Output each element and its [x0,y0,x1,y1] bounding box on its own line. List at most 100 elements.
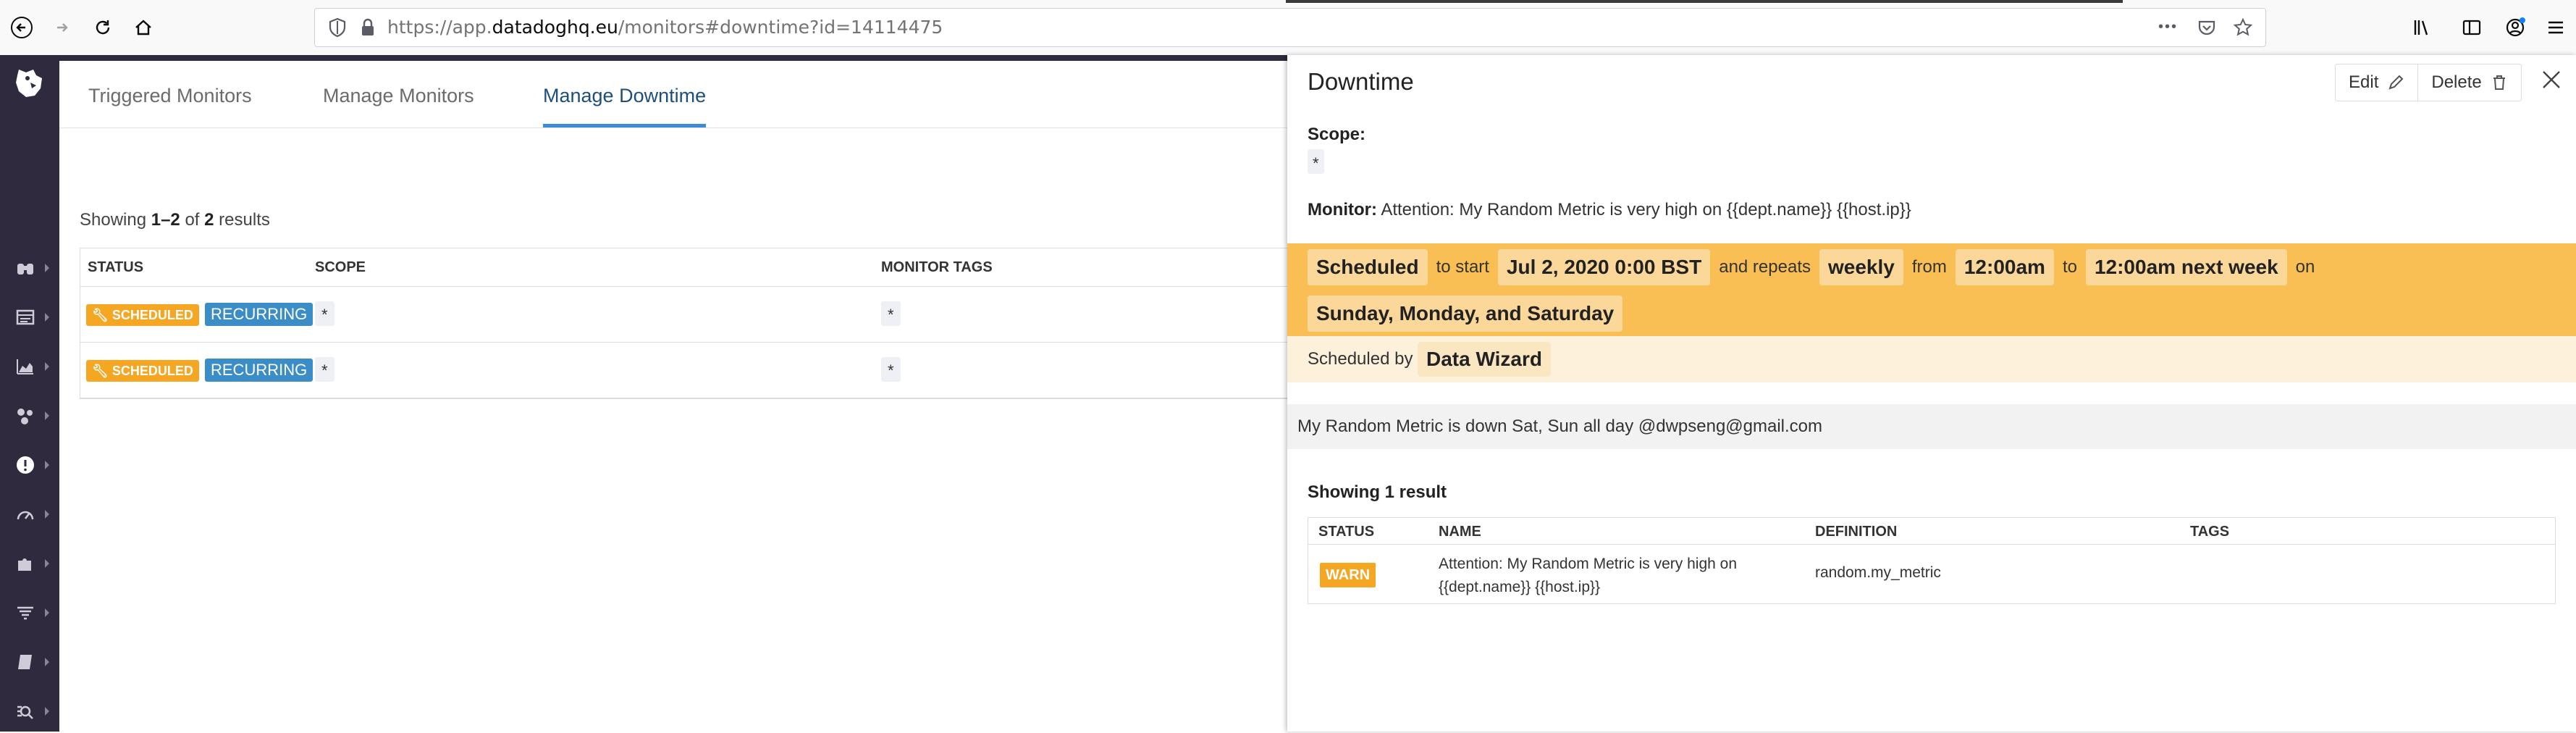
url-path: /monitors#downtime?id=14114475 [618,17,943,38]
dashboard-icon [16,309,35,325]
url-host: datadoghq.eu [492,17,618,38]
scheduled-by-label: Scheduled by [1308,349,1413,369]
back-button[interactable] [4,10,39,45]
nav-dashboards[interactable] [0,296,59,339]
on-text: on [2295,257,2315,277]
column-status[interactable]: STATUS [88,248,143,286]
scope-label: Scope: [1308,125,1366,144]
edit-button[interactable]: Edit [2336,64,2417,101]
nav-metrics[interactable] [0,345,59,388]
start-date-chip: Jul 2, 2020 0:00 BST [1497,249,1711,285]
pencil-icon [2388,75,2404,90]
edit-label: Edit [2349,72,2379,92]
account-icon[interactable] [2504,16,2527,39]
chevron-right-icon [45,608,49,617]
scheduled-badge: 🔧︎ SCHEDULED [86,360,199,382]
schedule-summary: Scheduled to start Jul 2, 2020 0:00 BST … [1287,243,2576,336]
monitor-tag: * [881,301,901,326]
column-monitor-tags[interactable]: MONITOR TAGS [881,248,993,286]
alert-icon [17,456,34,474]
datadog-logo-icon[interactable] [9,61,51,103]
nav-logs[interactable] [0,591,59,634]
table-header: STATUS NAME DEFINITION TAGS [1308,518,2555,545]
library-icon[interactable] [2411,16,2434,39]
results-prefix: Showing [80,210,151,230]
status-text: SCHEDULED [111,364,193,378]
column-definition: DEFINITION [1815,524,1898,540]
reload-button[interactable] [85,10,120,45]
chevron-right-icon [45,658,49,666]
tracking-shield-icon[interactable] [327,17,348,38]
tab-manage-downtime[interactable]: Manage Downtime [543,61,707,127]
schedule-status-chip: Scheduled [1308,249,1428,285]
column-scope[interactable]: SCOPE [315,248,366,286]
area-chart-icon [17,359,33,374]
gauge-icon [17,511,34,520]
schedule-row-2: Sunday, Monday, and Saturday [1308,296,1623,332]
pocket-icon[interactable] [2196,17,2218,38]
table-header: STATUS SCOPE MONITOR TAGS [80,248,1297,287]
chevron-right-icon [45,559,49,568]
chevron-right-icon [45,411,49,420]
logs-icon [17,606,33,620]
monitor-tabs: Triggered Monitors Manage Monitors Manag… [59,61,1287,128]
address-bar[interactable]: https://app.datadoghq.eu/monitors#downti… [314,8,2266,47]
from-time-chip: 12:00am [1955,249,2054,285]
table-row[interactable]: 🔧︎ SCHEDULED RECURRING * * [80,343,1297,398]
forward-button[interactable] [45,10,80,45]
downtime-table: STATUS SCOPE MONITOR TAGS 🔧︎ SCHEDULED R… [80,248,1297,399]
lock-icon[interactable] [357,17,379,38]
tab-triggered-monitors[interactable]: Triggered Monitors [88,61,252,127]
monitor-name[interactable]: Attention: My Random Metric is very high… [1381,200,1911,219]
scheduled-badge: 🔧︎ SCHEDULED [86,304,199,326]
monitor-results-count: Showing 1 result [1308,482,1447,502]
page-actions-icon[interactable]: ••• [2158,9,2178,45]
reload-icon [96,20,110,35]
home-icon [135,20,151,35]
nav-apm[interactable] [0,493,59,536]
binoculars-icon [17,264,33,275]
nav-infrastructure[interactable] [0,542,59,585]
app-sidebar [0,55,59,732]
nav-notebooks[interactable] [0,640,59,684]
chevron-right-icon [45,313,49,322]
monitor-definition: random.my_metric [1815,564,1941,581]
results-suffix: results [214,210,270,230]
recurring-badge: RECURRING [205,359,313,382]
column-status: STATUS [1318,524,1375,540]
tab-manage-monitors[interactable]: Manage Monitors [323,61,474,127]
to-start-text: to start [1436,257,1489,277]
browser-toolbar: https://app.datadoghq.eu/monitors#downti… [0,0,2576,56]
results-range: 1–2 [151,210,180,230]
delete-label: Delete [2431,72,2482,92]
url-text[interactable]: https://app.datadoghq.eu/monitors#downti… [387,9,943,46]
menu-icon[interactable] [2544,16,2567,39]
nav-security[interactable] [0,690,59,733]
repeats-text: and repeats [1719,257,1811,277]
close-icon[interactable] [2540,68,2563,91]
column-name: NAME [1439,524,1481,540]
puzzle-icon [18,558,31,571]
table-row[interactable]: 🔧︎ SCHEDULED RECURRING * * [80,287,1297,343]
monitor-name-link[interactable]: Attention: My Random Metric is very high… [1439,553,1737,599]
scope-tag: * [315,301,334,326]
bookmark-star-icon[interactable] [2232,17,2254,38]
status-text: SCHEDULED [111,308,193,322]
monitor-label: Monitor: [1308,200,1377,219]
sidebar-toggle-icon[interactable] [2460,16,2483,39]
nav-watchdog[interactable] [0,246,59,290]
nav-integrations[interactable] [0,394,59,437]
panel-actions: Edit Delete [2335,64,2522,101]
nav-monitors[interactable] [0,443,59,487]
url-prefix: https://app. [387,17,492,38]
to-time-chip: 12:00am next week [2085,249,2287,285]
integrations-icon [17,409,33,424]
home-button[interactable] [126,10,161,45]
chevron-right-icon [45,461,49,469]
from-text: from [1911,257,1947,277]
delete-button[interactable]: Delete [2417,64,2520,101]
column-tags: TAGS [2190,524,2230,540]
schedule-row-1: Scheduled to start Jul 2, 2020 0:00 BST … [1308,249,2315,285]
results-count: Showing 1–2 of 2 results [80,210,270,230]
downtime-message: My Random Metric is down Sat, Sun all da… [1287,404,2576,449]
